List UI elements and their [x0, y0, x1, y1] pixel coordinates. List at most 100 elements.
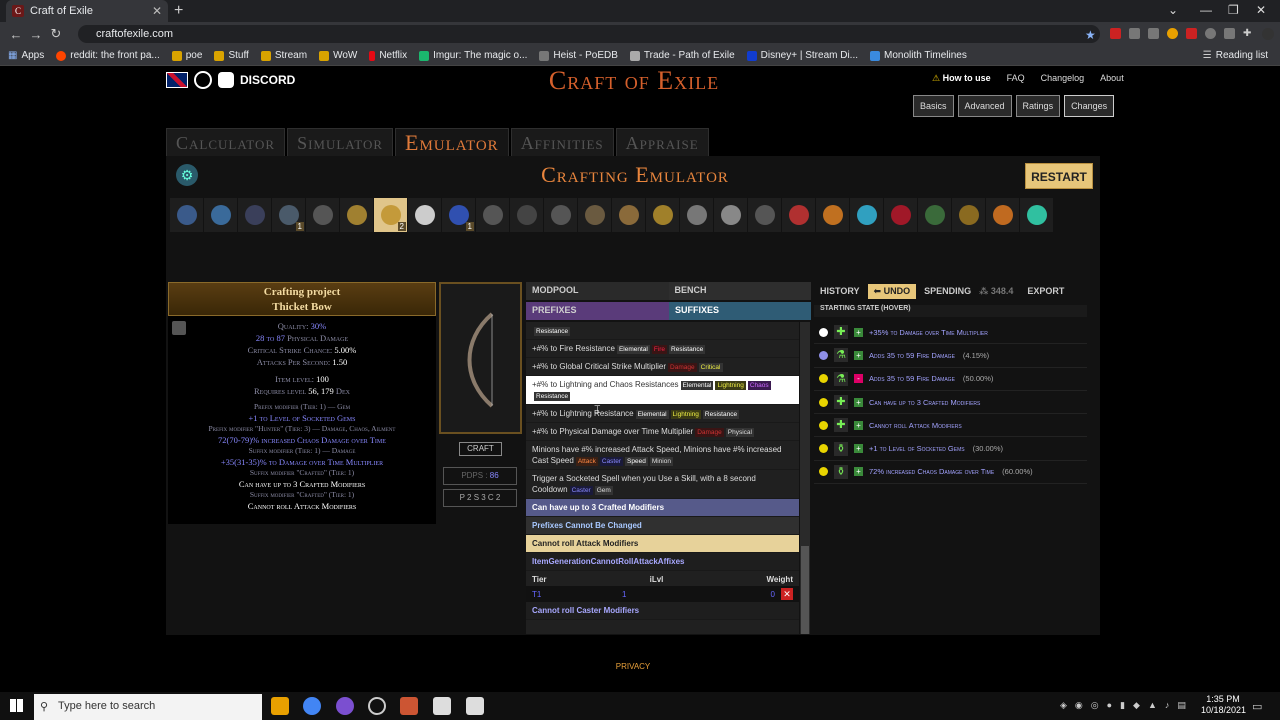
bookmark-item[interactable]: WoW [319, 50, 357, 61]
mod-group-cannot-roll-attack[interactable]: Cannot roll Attack Modifiers [526, 535, 799, 553]
bookmark-item[interactable]: Disney+ | Stream Di... [746, 50, 858, 61]
taskbar-search-input[interactable]: Type here to search [34, 694, 262, 720]
tab-affinities[interactable]: Affinities [510, 128, 614, 158]
minimize-icon[interactable]: — [1200, 3, 1212, 17]
currency-orb[interactable] [306, 198, 339, 232]
extension-icon[interactable] [1110, 28, 1121, 39]
tier-row[interactable]: T1 1 0 ✕ [526, 586, 799, 602]
avatar[interactable] [1262, 28, 1274, 40]
bookmark-item[interactable]: reddit: the front pa... [56, 50, 160, 61]
tray-icon[interactable]: ▲ [1148, 700, 1157, 711]
tab-search-icon[interactable]: ⌄ [1168, 3, 1178, 17]
tray-icon[interactable]: ▮ [1120, 700, 1125, 711]
currency-orb[interactable] [544, 198, 577, 232]
tray-icon[interactable]: ◉ [1075, 700, 1083, 711]
mod-group-item-generation[interactable]: ItemGenerationCannotRollAttackAffixes [526, 553, 799, 571]
mod-row[interactable]: Resistance [526, 322, 799, 340]
discord-icon[interactable] [218, 72, 234, 88]
bookmark-item[interactable]: Trade - Path of Exile [629, 50, 735, 61]
bookmark-item[interactable]: Stream [260, 50, 307, 61]
mod-row[interactable]: Minions have #% increased Attack Speed, … [526, 441, 799, 470]
browser-tab[interactable]: C Craft of Exile ✕ [6, 0, 168, 22]
ratings-button[interactable]: Ratings [1015, 95, 1061, 117]
file-explorer-icon[interactable] [271, 697, 289, 715]
advanced-button[interactable]: Advanced [957, 95, 1012, 117]
tab-modpool[interactable]: MODPOOL [526, 282, 669, 300]
history-row[interactable]: ⚗ - Adds 35 to 59 Fire Damage (50.00%) [814, 368, 1087, 391]
eye-icon[interactable] [194, 71, 212, 89]
extension-icon[interactable] [1224, 28, 1235, 39]
tab-appraise[interactable]: Appraise [615, 128, 709, 158]
currency-orb[interactable] [646, 198, 679, 232]
extension-icon[interactable] [1129, 28, 1140, 39]
currency-orb[interactable] [476, 198, 509, 232]
discord-label[interactable]: DISCORD [240, 73, 295, 87]
tray-icon[interactable]: ◎ [1091, 700, 1099, 711]
tray-icon[interactable]: ◈ [1060, 700, 1067, 711]
basics-button[interactable]: Basics [913, 95, 954, 117]
currency-orb[interactable] [986, 198, 1019, 232]
mod-row[interactable]: Trigger a Socketed Spell when you Use a … [526, 470, 799, 499]
currency-orb[interactable] [748, 198, 781, 232]
currency-orb[interactable]: 1 [442, 198, 475, 232]
currency-orb[interactable] [204, 198, 237, 232]
bookmark-star-icon[interactable]: ★ [1085, 28, 1096, 42]
currency-orb[interactable]: 1 [272, 198, 305, 232]
tab-bench[interactable]: BENCH [668, 282, 811, 300]
currency-orb[interactable] [408, 198, 441, 232]
currency-orb[interactable] [884, 198, 917, 232]
mod-row[interactable]: +#% to Physical Damage over Time Multipl… [526, 423, 799, 441]
restart-button[interactable]: RESTART [1025, 163, 1093, 189]
mod-group-prefixes-locked[interactable]: Prefixes Cannot Be Changed [526, 517, 799, 535]
currency-orb[interactable]: 2 [374, 198, 407, 232]
app-icon[interactable] [433, 697, 451, 715]
tab-prefixes[interactable]: PREFIXES [526, 302, 669, 320]
craft-button[interactable]: CRAFT [459, 442, 502, 456]
new-tab-icon[interactable]: + [174, 2, 183, 20]
changes-button[interactable]: Changes [1064, 95, 1115, 117]
tray-icon[interactable]: ◆ [1133, 700, 1140, 711]
currency-orb[interactable] [510, 198, 543, 232]
close-window-icon[interactable]: ✕ [1256, 3, 1266, 17]
how-to-use-link[interactable]: ⚠ How to use [932, 73, 991, 84]
currency-orb[interactable] [238, 198, 271, 232]
currency-orb[interactable] [714, 198, 747, 232]
history-row[interactable]: ⚱ +72% increased Chaos Damage over Time (6… [814, 461, 1087, 485]
reload-icon[interactable]: ↻ [46, 26, 66, 42]
currency-orb[interactable] [612, 198, 645, 232]
uk-flag-icon[interactable] [166, 72, 188, 88]
site-logo[interactable]: Craft of Exile [544, 66, 724, 96]
tab-suffixes[interactable]: SUFFIXES [669, 302, 811, 320]
reading-list[interactable]: ☰ Reading list [1203, 50, 1268, 61]
bookmark-item[interactable]: Stuff [214, 50, 249, 61]
bookmark-item[interactable]: Netflix [369, 50, 407, 61]
settings-icon[interactable]: ⚙ [176, 164, 198, 186]
mod-row[interactable]: +#% to Lightning Resistance Elemental Ligh… [526, 405, 799, 423]
network-icon[interactable]: ▤ [1177, 700, 1186, 711]
currency-orb[interactable] [952, 198, 985, 232]
tab-export[interactable]: EXPORT [1027, 286, 1064, 296]
starting-state[interactable]: STARTING STATE (HOVER) [814, 305, 1087, 317]
privacy-link[interactable]: PRIVACY [600, 662, 666, 671]
currency-orb[interactable] [782, 198, 815, 232]
extension-icon[interactable] [1205, 28, 1216, 39]
notification-icon[interactable]: ▭ [1252, 700, 1262, 713]
currency-orb[interactable] [680, 198, 713, 232]
remove-icon[interactable]: ✕ [781, 588, 793, 600]
app-icon[interactable] [400, 697, 418, 715]
history-row[interactable]: ⚗ + Adds 35 to 59 Fire Damage (4.15%) [814, 344, 1087, 368]
tray-icon[interactable]: ● [1107, 700, 1112, 711]
maximize-icon[interactable]: ❐ [1228, 3, 1239, 17]
scrollbar-thumb[interactable] [801, 546, 809, 634]
volume-icon[interactable]: ♪ [1165, 700, 1170, 711]
bookmark-item[interactable]: ▦ Apps [8, 50, 44, 61]
back-icon[interactable]: ← [6, 27, 26, 42]
bookmark-item[interactable]: Imgur: The magic o... [419, 50, 527, 61]
currency-orb[interactable] [340, 198, 373, 232]
taskbar-clock[interactable]: 1:35 PM 10/18/2021 [1201, 694, 1246, 716]
faq-link[interactable]: FAQ [1007, 73, 1025, 84]
currency-orb[interactable] [1020, 198, 1053, 232]
forward-icon[interactable]: → [26, 27, 46, 42]
windows-start-icon[interactable] [10, 699, 23, 712]
tab-simulator[interactable]: Simulator [287, 128, 394, 158]
